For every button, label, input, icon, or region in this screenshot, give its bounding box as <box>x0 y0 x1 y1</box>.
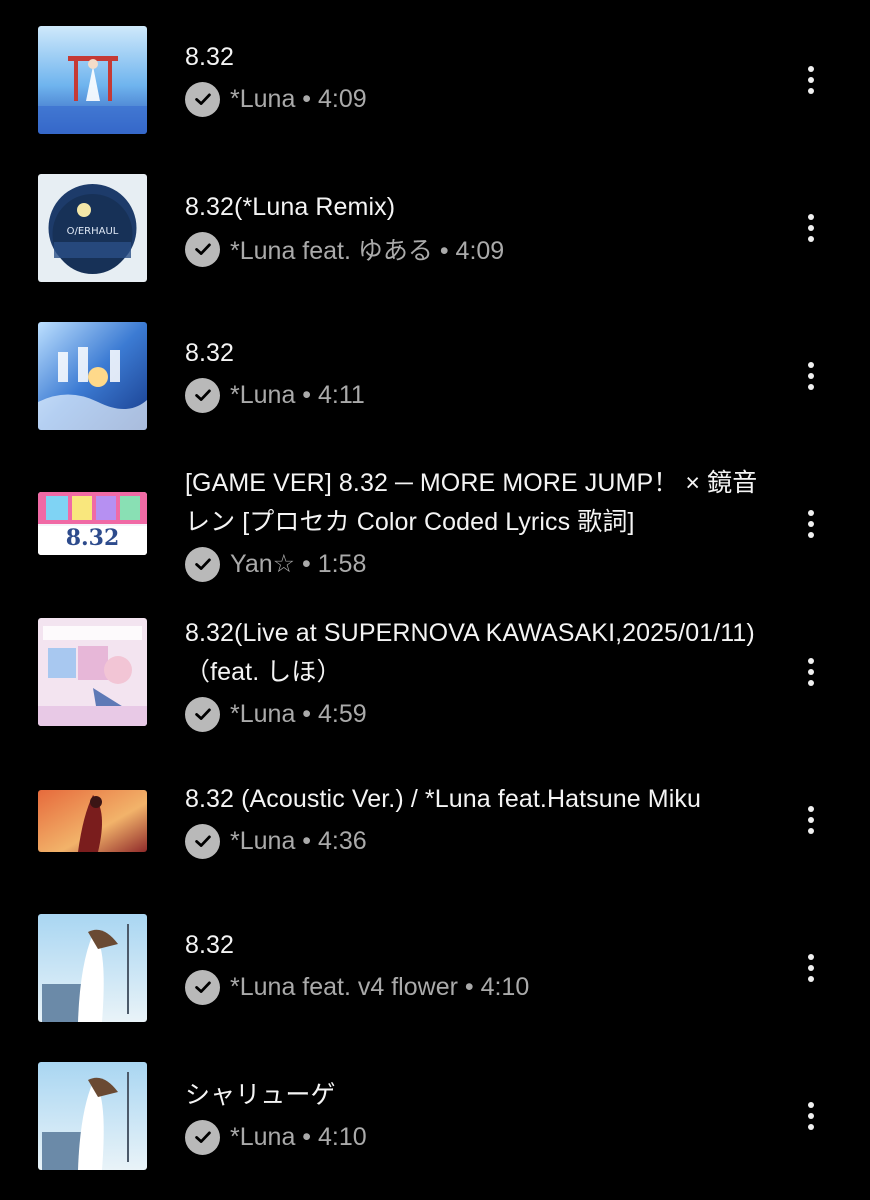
separator: • <box>457 972 481 1001</box>
more-vert-icon[interactable] <box>796 800 826 840</box>
separator: • <box>295 826 319 855</box>
track-row[interactable]: 8.32(Live at SUPERNOVA KAWASAKI,2025/01/… <box>0 612 870 732</box>
check-circle-icon <box>185 231 220 267</box>
track-row[interactable]: 8.32 *Luna feat. v4 flower • 4:10 <box>0 908 870 1028</box>
duration: 4:09 <box>455 237 505 265</box>
track-title[interactable]: 8.32 (Acoustic Ver.) / *Luna feat.Hatsun… <box>185 780 765 819</box>
check-circle-icon <box>185 546 220 582</box>
album-art-image <box>38 1062 147 1170</box>
track-subtitle: *Luna • 4:59 <box>230 700 367 729</box>
track-thumbnail[interactable]: O/ERHAUL <box>38 174 147 282</box>
track-title[interactable]: 8.32(*Luna Remix) <box>185 188 765 227</box>
track-title[interactable]: シャリューゲ <box>185 1076 765 1115</box>
separator: • <box>295 550 318 578</box>
artist-name: *Luna <box>230 380 296 409</box>
check-circle-icon <box>185 81 220 117</box>
thumbnail-label: 8.32 <box>65 525 120 551</box>
artist-name: *Luna <box>230 826 296 855</box>
track-subtitle: *Luna • 4:36 <box>230 827 367 856</box>
more-vert-icon[interactable] <box>796 504 826 544</box>
check-circle-icon <box>185 1119 220 1155</box>
artist-name: *Luna <box>230 699 296 728</box>
album-art-image <box>38 26 147 134</box>
duration: 4:10 <box>480 972 530 1001</box>
check-circle-icon <box>185 377 220 413</box>
track-title[interactable]: [GAME VER] 8.32 ─ MORE MORE JUMP！ × 鏡音レン… <box>185 464 765 542</box>
track-title[interactable]: 8.32 <box>185 926 765 965</box>
more-vert-icon[interactable] <box>796 208 826 248</box>
artist-name: *Luna <box>230 1122 296 1151</box>
track-thumbnail[interactable] <box>38 790 147 852</box>
more-vert-icon[interactable] <box>796 652 826 692</box>
track-row[interactable]: 8.32 *Luna • 4:09 <box>0 20 870 140</box>
album-art-image <box>38 618 147 726</box>
track-row[interactable]: O/ERHAUL 8.32(*Luna Remix) *Luna feat. ゆ… <box>0 168 870 288</box>
track-row[interactable]: 8.32 *Luna • 4:11 <box>0 316 870 436</box>
track-subtitle: *Luna feat. ゆある • 4:09 <box>230 231 504 267</box>
more-vert-icon[interactable] <box>796 356 826 396</box>
track-subtitle: *Luna • 4:11 <box>230 381 365 410</box>
track-thumbnail[interactable] <box>38 26 147 134</box>
duration: 4:09 <box>318 84 367 113</box>
track-row[interactable]: シャリューゲ *Luna • 4:10 <box>0 1056 870 1176</box>
album-art-image <box>38 914 147 1022</box>
track-thumbnail[interactable] <box>38 618 147 726</box>
artist-name: *Luna feat. v4 flower <box>230 972 458 1001</box>
separator: • <box>295 699 319 728</box>
track-row[interactable]: 8.32 [GAME VER] 8.32 ─ MORE MORE JUMP！ ×… <box>0 462 870 590</box>
duration: 1:58 <box>317 550 367 578</box>
album-art-image: O/ERHAUL <box>38 174 147 282</box>
track-subtitle: *Luna • 4:10 <box>230 1123 367 1152</box>
duration: 4:10 <box>318 1122 367 1151</box>
more-vert-icon[interactable] <box>796 948 826 988</box>
duration: 4:36 <box>318 826 367 855</box>
track-thumbnail[interactable]: 8.32 <box>38 492 147 555</box>
check-circle-icon <box>185 969 220 1005</box>
more-vert-icon[interactable] <box>796 1096 826 1136</box>
track-thumbnail[interactable] <box>38 1062 147 1170</box>
duration: 4:59 <box>318 699 367 728</box>
separator: • <box>295 1122 319 1151</box>
more-vert-icon[interactable] <box>796 60 826 100</box>
separator: • <box>432 237 456 265</box>
track-subtitle: Yan☆ • 1:58 <box>230 549 366 579</box>
track-title[interactable]: 8.32(Live at SUPERNOVA KAWASAKI,2025/01/… <box>185 614 765 692</box>
track-title[interactable]: 8.32 <box>185 38 765 77</box>
artist-name: Yan☆ <box>230 550 296 578</box>
track-thumbnail[interactable] <box>38 322 147 430</box>
track-subtitle: *Luna feat. v4 flower • 4:10 <box>230 973 529 1002</box>
album-art-image <box>38 322 147 430</box>
track-subtitle: *Luna • 4:09 <box>230 85 367 114</box>
track-thumbnail[interactable] <box>38 914 147 1022</box>
track-title[interactable]: 8.32 <box>185 334 765 373</box>
separator: • <box>295 84 319 113</box>
album-art-image <box>38 790 147 852</box>
track-row[interactable]: 8.32 (Acoustic Ver.) / *Luna feat.Hatsun… <box>0 770 870 870</box>
svg-text:O/ERHAUL: O/ERHAUL <box>67 226 119 237</box>
artist-name: *Luna feat. ゆある <box>230 237 433 265</box>
track-list: 8.32 *Luna • 4:09 O/ERHAUL 8.32(*Luna Re… <box>0 0 870 1200</box>
check-circle-icon <box>185 823 220 859</box>
artist-name: *Luna <box>230 84 296 113</box>
duration: 4:11 <box>318 380 365 409</box>
separator: • <box>295 380 319 409</box>
check-circle-icon <box>185 696 220 732</box>
